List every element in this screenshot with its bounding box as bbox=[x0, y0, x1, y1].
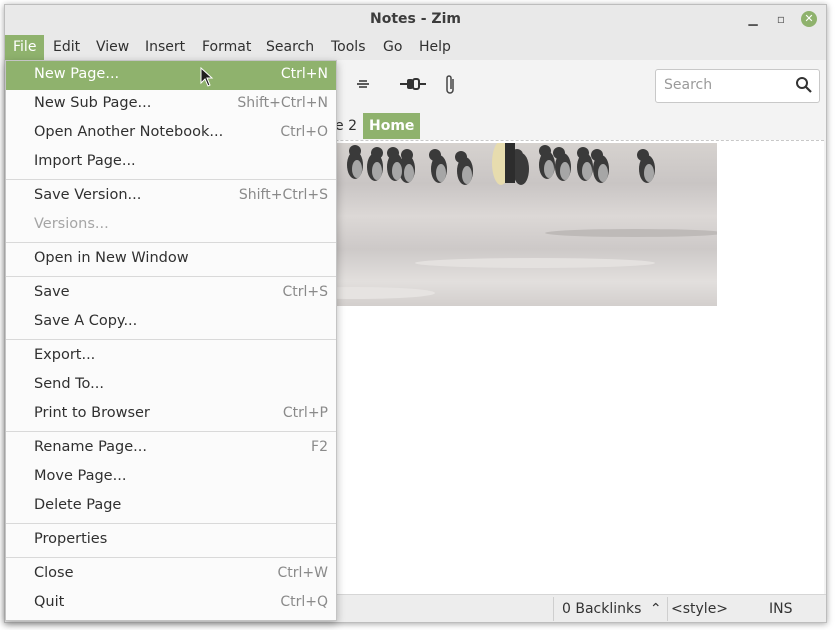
menu-item-label: Open Another Notebook... bbox=[34, 124, 224, 140]
menu-item-label: Save bbox=[34, 284, 70, 300]
menu-item-label: Export... bbox=[34, 347, 96, 363]
attach-icon[interactable] bbox=[443, 73, 457, 101]
menu-separator bbox=[6, 242, 336, 243]
menu-item-accelerator: Ctrl+S bbox=[282, 284, 328, 300]
menu-item-accelerator: F2 bbox=[311, 439, 328, 455]
menu-item-open-another-notebook[interactable]: Open Another Notebook... Ctrl+O bbox=[6, 119, 336, 148]
link-icon[interactable] bbox=[399, 75, 427, 97]
backlinks-label: 0 Backlinks bbox=[562, 601, 642, 617]
menu-help[interactable]: Help bbox=[419, 35, 451, 60]
menu-item-label: Open in New Window bbox=[34, 250, 189, 266]
crumb-home[interactable]: Home bbox=[363, 113, 421, 139]
menu-item-accelerator: Ctrl+O bbox=[280, 124, 328, 140]
menu-item-label: Move Page... bbox=[34, 468, 127, 484]
menu-item-label: New Sub Page... bbox=[34, 95, 152, 111]
menu-separator bbox=[6, 557, 336, 558]
menu-item-accelerator: Ctrl+W bbox=[277, 565, 328, 581]
search-icon[interactable] bbox=[795, 76, 813, 94]
menu-item-label: Delete Page bbox=[34, 497, 122, 513]
menu-item-delete-page[interactable]: Delete Page bbox=[6, 492, 336, 521]
menu-item-label: Save Version... bbox=[34, 187, 142, 203]
menu-item-accelerator: Ctrl+P bbox=[282, 405, 328, 421]
menu-file[interactable]: File bbox=[5, 35, 44, 60]
menu-item-label: Close bbox=[34, 565, 74, 581]
status-divider bbox=[667, 597, 668, 621]
menu-item-quit[interactable]: Quit Ctrl+Q bbox=[6, 589, 336, 618]
window-title: Notes - Zim bbox=[370, 11, 461, 27]
menu-edit[interactable]: Edit bbox=[53, 35, 80, 60]
menu-item-accelerator: Shift+Ctrl+S bbox=[238, 187, 328, 203]
menu-item-versions: Versions... bbox=[6, 211, 336, 240]
menu-item-label: Import Page... bbox=[34, 153, 136, 169]
menu-separator bbox=[6, 523, 336, 524]
menu-item-save[interactable]: Save Ctrl+S bbox=[6, 279, 336, 308]
menu-item-label: Rename Page... bbox=[34, 439, 148, 455]
menu-item-save-a-copy[interactable]: Save A Copy... bbox=[6, 308, 336, 337]
menu-tools[interactable]: Tools bbox=[331, 35, 366, 60]
menu-separator bbox=[6, 276, 336, 277]
status-divider bbox=[553, 597, 554, 621]
menu-format[interactable]: Format bbox=[202, 35, 251, 60]
menu-item-label: Send To... bbox=[34, 376, 104, 392]
backlinks-button[interactable]: 0 Backlinks ⌃ bbox=[562, 601, 662, 617]
menu-go[interactable]: Go bbox=[383, 35, 402, 60]
penguins-image bbox=[335, 143, 717, 306]
menu-insert[interactable]: Insert bbox=[145, 35, 185, 60]
menu-item-import-page[interactable]: Import Page... bbox=[6, 148, 336, 177]
menu-item-open-in-new-window[interactable]: Open in New Window bbox=[6, 245, 336, 274]
insert-mode-indicator: INS bbox=[769, 601, 793, 617]
menu-item-send-to[interactable]: Send To... bbox=[6, 371, 336, 400]
menu-search[interactable]: Search bbox=[266, 35, 314, 60]
menu-item-print-to-browser[interactable]: Print to Browser Ctrl+P bbox=[6, 400, 336, 429]
menu-item-export[interactable]: Export... bbox=[6, 342, 336, 371]
menu-item-label: Versions... bbox=[34, 216, 109, 232]
minimize-icon[interactable]: ▁ bbox=[745, 11, 761, 27]
menu-item-close[interactable]: Close Ctrl+W bbox=[6, 560, 336, 589]
chevron-up-icon: ⌃ bbox=[649, 601, 662, 617]
menu-item-accelerator: Shift+Ctrl+N bbox=[237, 95, 328, 111]
menu-item-label: Quit bbox=[34, 594, 65, 610]
file-menu: New Page... Ctrl+N New Sub Page... Shift… bbox=[5, 60, 337, 621]
menu-item-move-page[interactable]: Move Page... bbox=[6, 463, 336, 492]
style-indicator[interactable]: <style> bbox=[671, 601, 728, 617]
menu-separator bbox=[6, 179, 336, 180]
menu-item-label: New Page... bbox=[34, 66, 120, 82]
menu-item-new-sub-page[interactable]: New Sub Page... Shift+Ctrl+N bbox=[6, 90, 336, 119]
mouse-pointer-icon bbox=[200, 66, 214, 87]
search-input[interactable]: Search bbox=[655, 69, 820, 103]
menu-item-save-version[interactable]: Save Version... Shift+Ctrl+S bbox=[6, 182, 336, 211]
menu-item-properties[interactable]: Properties bbox=[6, 526, 336, 555]
close-icon[interactable]: ✕ bbox=[801, 11, 817, 27]
restore-icon[interactable]: ▫ bbox=[773, 11, 789, 27]
menu-item-label: Properties bbox=[34, 531, 108, 547]
strike-icon[interactable] bbox=[355, 76, 371, 96]
menu-item-label: Save A Copy... bbox=[34, 313, 138, 329]
menu-item-label: Print to Browser bbox=[34, 405, 150, 421]
menu-separator bbox=[6, 431, 336, 432]
menu-view[interactable]: View bbox=[96, 35, 129, 60]
menubar: File Edit View Insert Format Search Tool… bbox=[5, 35, 826, 60]
titlebar: Notes - Zim ▁ ▫ ✕ bbox=[5, 5, 826, 35]
crumb-page-2[interactable]: e 2 bbox=[335, 113, 357, 139]
menu-item-accelerator: Ctrl+N bbox=[280, 66, 328, 82]
menu-item-new-page[interactable]: New Page... Ctrl+N bbox=[6, 61, 336, 90]
menu-separator bbox=[6, 339, 336, 340]
menu-item-accelerator: Ctrl+Q bbox=[280, 594, 328, 610]
search-placeholder: Search bbox=[664, 77, 713, 93]
menu-item-rename-page[interactable]: Rename Page... F2 bbox=[6, 434, 336, 463]
